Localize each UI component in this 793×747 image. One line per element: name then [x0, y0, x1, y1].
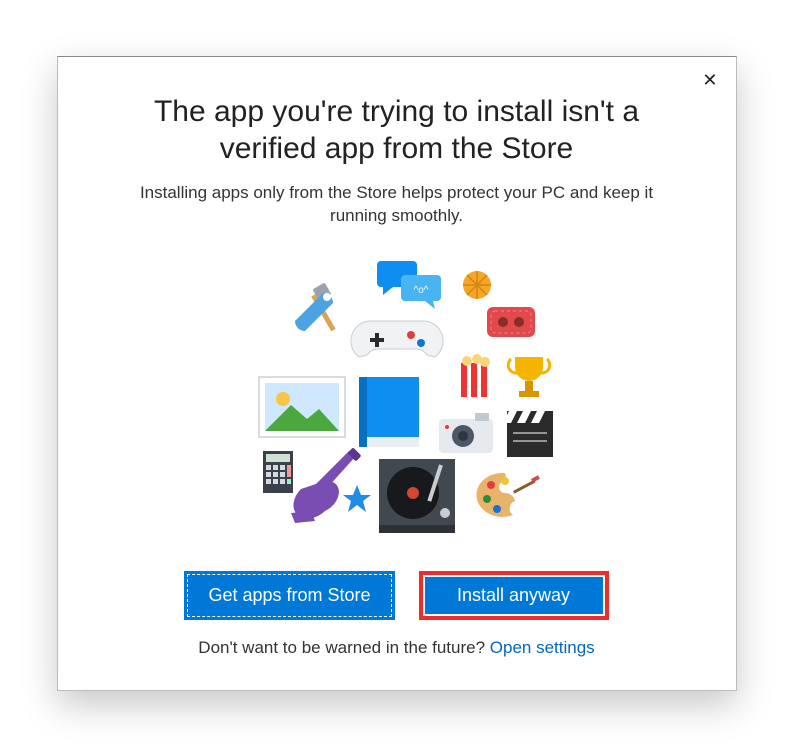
apps-collage-illustration: ^o^ — [217, 249, 577, 549]
install-anyway-highlight: Install anyway — [419, 571, 609, 620]
footer-message: Don't want to be warned in the future? — [198, 638, 489, 657]
button-row: Get apps from Store Install anyway — [98, 571, 696, 620]
dialog-subtitle: Installing apps only from the Store help… — [138, 182, 656, 228]
close-icon[interactable]: ✕ — [702, 71, 717, 89]
open-settings-link[interactable]: Open settings — [490, 638, 595, 657]
get-apps-from-store-button[interactable]: Get apps from Store — [184, 571, 394, 620]
store-warning-dialog: ✕ The app you're trying to install isn't… — [57, 56, 737, 692]
dialog-title: The app you're trying to install isn't a… — [108, 93, 686, 168]
install-anyway-button[interactable]: Install anyway — [425, 577, 603, 614]
footer-text: Don't want to be warned in the future? O… — [98, 638, 696, 658]
svg-text:^o^: ^o^ — [413, 285, 428, 296]
